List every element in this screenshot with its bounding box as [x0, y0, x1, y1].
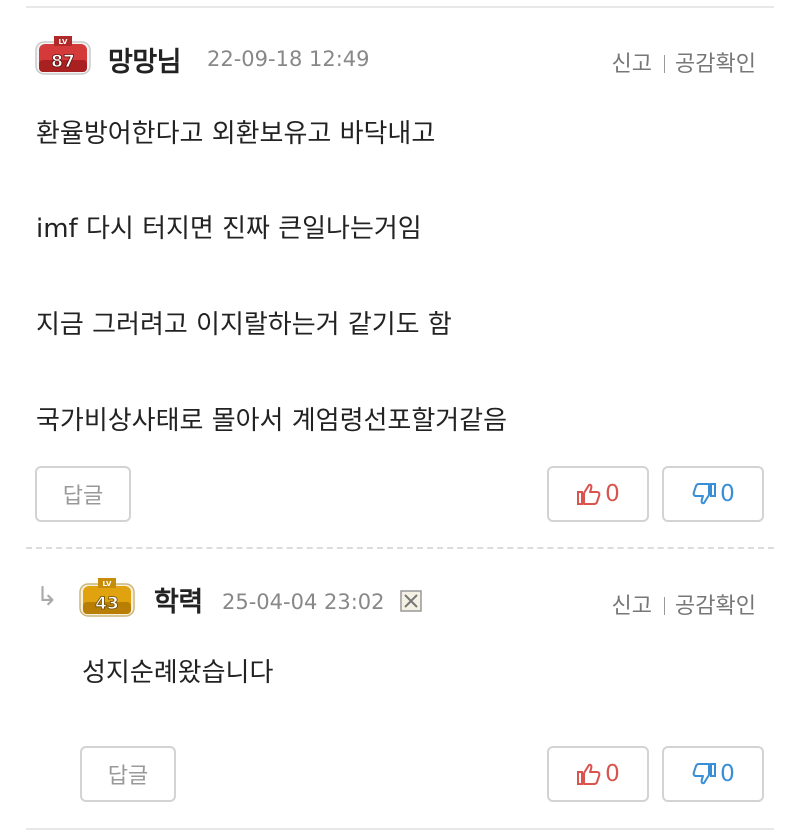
comment-actions: 신고 공감확인	[612, 46, 756, 78]
x-box-icon[interactable]	[400, 590, 422, 612]
comment-line: 지금 그러려고 이지랄하는거 같기도 함	[36, 310, 452, 340]
reply-button[interactable]: 답글	[35, 466, 131, 522]
comment-line: imf 다시 터지면 진짜 큰일나는거임	[36, 214, 422, 244]
svg-text:87: 87	[51, 52, 75, 72]
report-link[interactable]: 신고	[612, 52, 652, 77]
thumbs-down-icon	[692, 763, 717, 785]
upvote-button[interactable]: 0	[547, 746, 649, 802]
actions-divider	[664, 597, 666, 615]
reply-header: ↳ LV 43 학력 25-04-04 23:02 신고 공감확인	[0, 576, 800, 619]
downvote-button[interactable]: 0	[662, 466, 764, 522]
reply-button[interactable]: 답글	[80, 746, 176, 802]
comment-divider	[26, 547, 774, 549]
thumbs-down-icon	[692, 483, 717, 505]
svg-text:LV: LV	[59, 38, 68, 46]
upvote-count: 0	[605, 761, 620, 787]
downvote-button[interactable]: 0	[662, 746, 764, 802]
comment-header: LV 87 망망님 22-09-18 12:49 신고 공감확인	[0, 34, 800, 78]
svg-text:LV: LV	[103, 580, 112, 588]
reply-nickname[interactable]: 학력	[154, 580, 203, 619]
top-divider	[26, 6, 774, 8]
comment-nickname[interactable]: 망망님	[108, 40, 182, 79]
comment-line: 국가비상사태로 몰아서 계엄령선포할거같음	[36, 406, 508, 436]
thumbs-up-icon	[577, 763, 601, 785]
upvote-button[interactable]: 0	[547, 466, 649, 522]
reply-arrow-icon: ↳	[36, 582, 58, 612]
view-likes-link[interactable]: 공감확인	[675, 52, 756, 77]
view-likes-link[interactable]: 공감확인	[675, 594, 756, 619]
downvote-count: 0	[720, 481, 735, 507]
comment-date: 22-09-18 12:49	[207, 47, 370, 71]
actions-divider	[664, 55, 666, 73]
reply-line: 성지순례왔습니다	[82, 658, 274, 688]
upvote-count: 0	[605, 481, 620, 507]
level-87-badge-icon: LV 87	[35, 36, 91, 75]
downvote-count: 0	[720, 761, 735, 787]
level-43-badge-icon: LV 43	[79, 578, 135, 617]
thumbs-up-icon	[577, 483, 601, 505]
report-link[interactable]: 신고	[612, 594, 652, 619]
svg-text:43: 43	[95, 594, 119, 614]
comment-line: 환율방어한다고 외환보유고 바닥내고	[36, 119, 436, 149]
reply-actions: 신고 공감확인	[612, 588, 756, 620]
reply-date: 25-04-04 23:02	[222, 590, 385, 614]
bottom-divider	[26, 828, 774, 830]
